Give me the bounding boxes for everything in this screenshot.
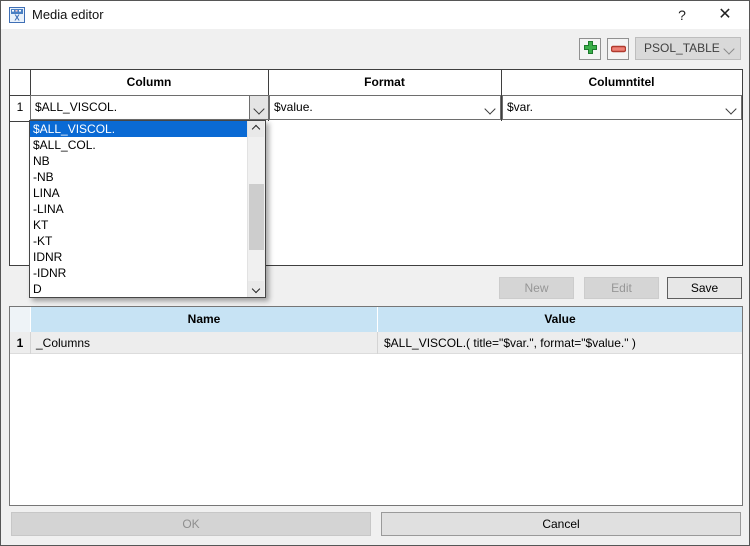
grid-line	[377, 332, 378, 354]
prop-value-cell[interactable]: $ALL_VISCOL.( title="$var.", format="$va…	[378, 332, 738, 354]
dropdown-item[interactable]: IDNR	[30, 249, 248, 265]
combobox-drop-button[interactable]	[249, 96, 268, 119]
remove-row-button[interactable]	[607, 38, 629, 60]
table-type-value: PSOL_TABLE	[644, 41, 720, 55]
new-button[interactable]: New	[499, 277, 574, 299]
chevron-down-icon	[723, 43, 735, 55]
help-button[interactable]: ?	[667, 1, 697, 29]
gutter-header	[10, 307, 30, 332]
media-editor-dialog: X Media editor ? ✕ PSOL_TABLE Column For…	[0, 0, 750, 546]
column-dropdown-list: $ALL_VISCOL. $ALL_COL. NB -NB LINA -LINA…	[29, 120, 266, 298]
format-combobox[interactable]: $value.	[269, 95, 501, 120]
props-header-name: Name	[31, 307, 377, 332]
column-header-columntitle: Columntitel	[588, 75, 655, 89]
chevron-down-icon	[251, 284, 261, 294]
dropdown-item[interactable]: -KT	[30, 233, 248, 249]
minus-icon	[610, 42, 626, 56]
grid-line	[10, 121, 30, 122]
chevron-up-icon	[251, 124, 261, 134]
dropdown-scrollbar[interactable]	[247, 121, 265, 297]
title-bar: X Media editor ? ✕	[1, 1, 749, 29]
row-number: 1	[16, 100, 24, 114]
dropdown-item[interactable]: $ALL_COL.	[30, 137, 248, 153]
close-button[interactable]: ✕	[707, 1, 743, 29]
add-row-button[interactable]	[579, 38, 601, 60]
scroll-up-button[interactable]	[248, 121, 264, 137]
columntitle-combobox[interactable]: $var.	[502, 95, 742, 120]
dropdown-item[interactable]: -NB	[30, 169, 248, 185]
prop-name-cell[interactable]: _Columns	[31, 332, 376, 354]
dropdown-item[interactable]: LINA	[30, 185, 248, 201]
dropdown-item[interactable]: KT	[30, 217, 248, 233]
save-button[interactable]: Save	[667, 277, 742, 299]
svg-text:X: X	[14, 14, 20, 23]
props-header-value: Value	[378, 307, 742, 332]
window-title: Media editor	[32, 7, 104, 22]
dropdown-item[interactable]: -LINA	[30, 201, 248, 217]
scroll-down-button[interactable]	[248, 281, 264, 297]
column-header-format: Format	[364, 75, 405, 89]
column-combobox-value: $ALL_VISCOL.	[35, 100, 118, 114]
columntitle-combobox-value: $var.	[507, 100, 534, 114]
table-type-select[interactable]: PSOL_TABLE	[635, 37, 741, 60]
edit-button[interactable]: Edit	[584, 277, 659, 299]
dropdown-item[interactable]: $ALL_VISCOL.	[30, 121, 248, 137]
chevron-down-icon	[484, 103, 496, 115]
format-combobox-value: $value.	[274, 100, 313, 114]
grid-line	[30, 332, 31, 354]
cancel-button[interactable]: Cancel	[381, 512, 741, 536]
chevron-down-icon	[253, 103, 265, 115]
column-combobox[interactable]: $ALL_VISCOL.	[30, 95, 269, 120]
properties-grid: Name Value 1 _Columns $ALL_VISCOL.( titl…	[9, 306, 743, 506]
dropdown-item[interactable]: NB	[30, 153, 248, 169]
ok-button[interactable]: OK	[11, 512, 371, 536]
scrollbar-thumb[interactable]	[249, 184, 264, 250]
chevron-down-icon	[725, 103, 737, 115]
row-number: 1	[16, 336, 24, 350]
dropdown-item[interactable]: D	[30, 281, 248, 297]
column-header-column: Column	[126, 75, 172, 89]
dropdown-item[interactable]: -IDNR	[30, 265, 248, 281]
plus-icon	[583, 40, 598, 58]
app-icon: X	[9, 7, 25, 23]
